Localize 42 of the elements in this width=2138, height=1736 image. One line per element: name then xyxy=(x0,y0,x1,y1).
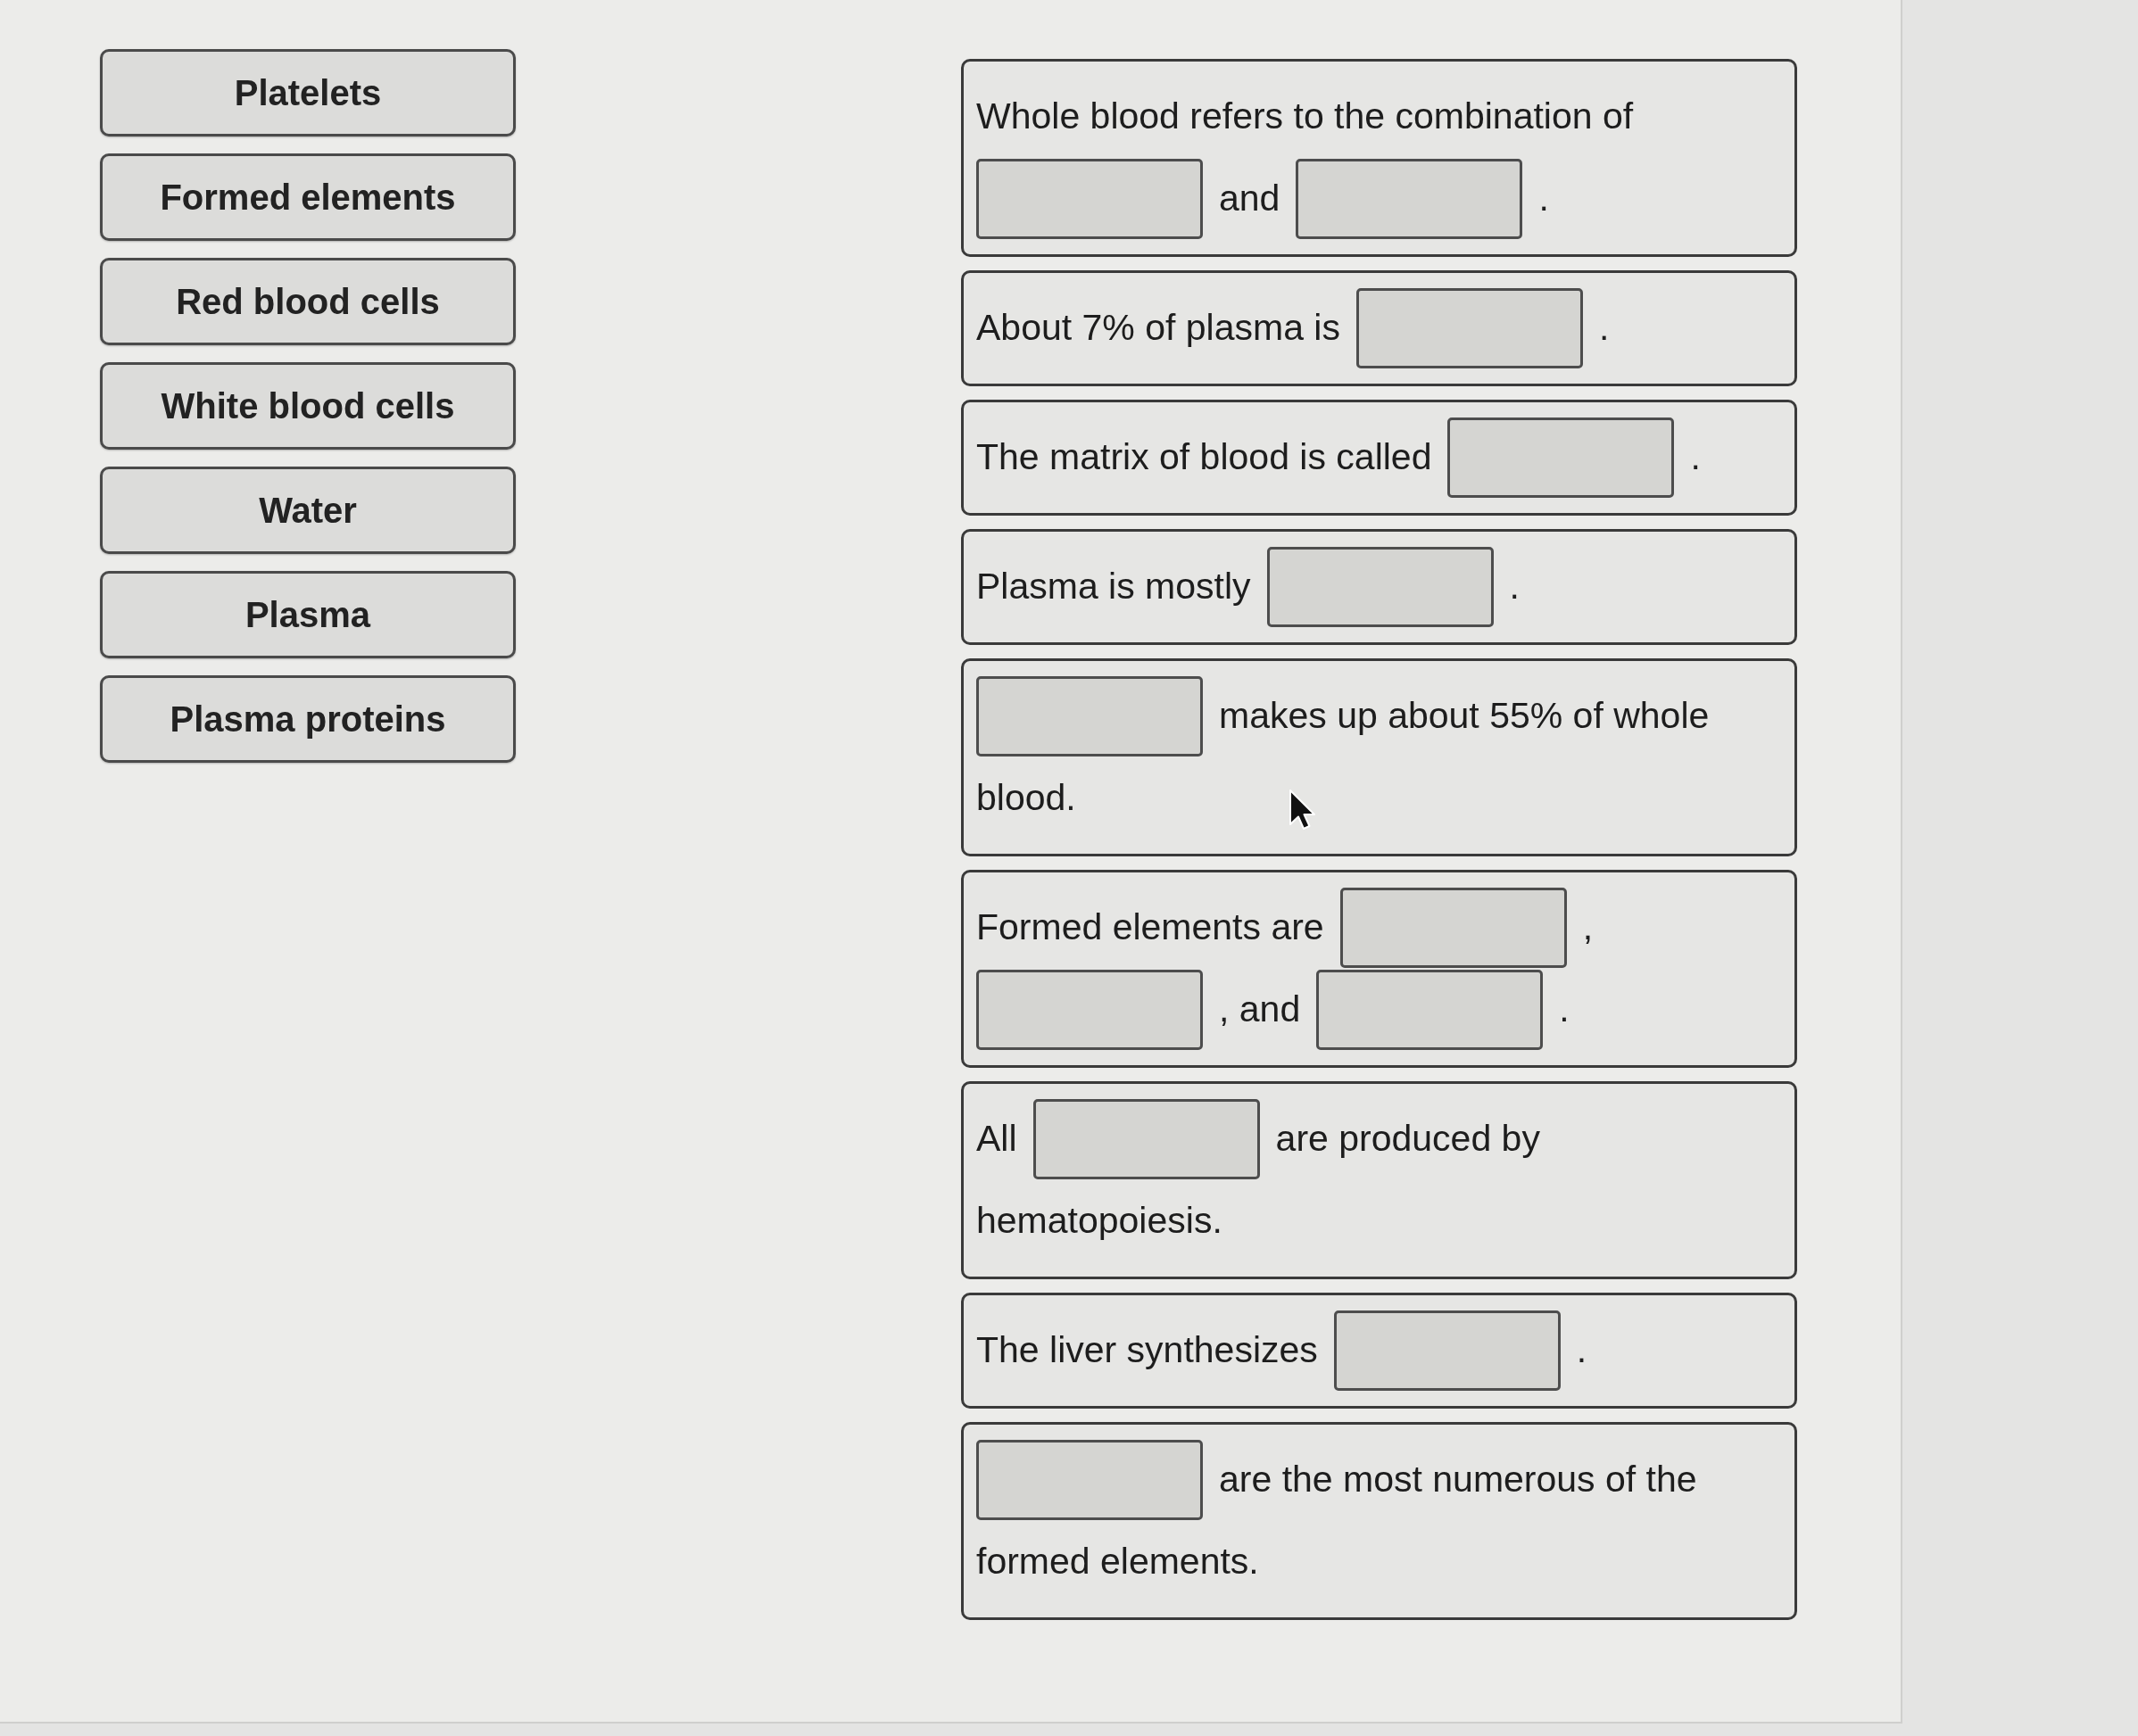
statement-text: Formed elements are xyxy=(976,905,1324,950)
statement-text: Whole blood refers to the combination of xyxy=(976,95,1634,139)
answer-tile[interactable]: Formed elements xyxy=(100,153,516,241)
answer-tile[interactable]: Plasma proteins xyxy=(100,675,516,763)
answer-drop-box[interactable] xyxy=(1296,159,1523,239)
answer-drop-box[interactable] xyxy=(1316,970,1544,1050)
statement-text: , xyxy=(1582,905,1594,950)
answer-drop-box[interactable] xyxy=(1339,888,1567,968)
statement-text: blood. xyxy=(976,776,1076,821)
answer-drop-box[interactable] xyxy=(1333,1310,1561,1391)
statement-text: The liver synthesizes xyxy=(976,1328,1318,1373)
answer-tile[interactable]: White blood cells xyxy=(100,362,516,450)
answer-drop-box[interactable] xyxy=(1032,1099,1260,1179)
statement-text: . xyxy=(1576,1328,1587,1373)
statement-text: are produced by xyxy=(1275,1117,1540,1161)
statement-text: hematopoiesis. xyxy=(976,1199,1222,1244)
answer-drop-box[interactable] xyxy=(976,159,1203,239)
statement-text: . xyxy=(1538,177,1549,221)
answer-drop-box[interactable] xyxy=(1355,288,1583,368)
statement-text: formed elements. xyxy=(976,1540,1259,1584)
statement-text: . xyxy=(1509,565,1520,609)
answer-drop-box[interactable] xyxy=(976,1440,1203,1520)
answer-drop-box[interactable] xyxy=(976,970,1203,1050)
answer-drop-box[interactable] xyxy=(1447,417,1675,498)
statement-text: , and xyxy=(1219,988,1301,1032)
statement-text: All xyxy=(976,1117,1017,1161)
answer-tile[interactable]: Water xyxy=(100,467,516,554)
statement-text: About 7% of plasma is xyxy=(976,306,1340,351)
mouse-pointer-icon xyxy=(1289,789,1316,831)
statement-text: are the most numerous of the xyxy=(1219,1458,1697,1502)
statement-text: . xyxy=(1598,306,1610,351)
statement-text: Plasma is mostly xyxy=(976,565,1251,609)
answer-tile[interactable]: Plasma xyxy=(100,571,516,658)
statement-text: makes up about 55% of whole xyxy=(1219,694,1710,739)
answer-tile[interactable]: Red blood cells xyxy=(100,258,516,345)
answer-tile[interactable]: Platelets xyxy=(100,49,516,136)
statement-text: . xyxy=(1690,435,1701,480)
statement-text: and xyxy=(1219,177,1280,221)
answer-drop-box[interactable] xyxy=(976,676,1203,756)
statement-text: . xyxy=(1559,988,1570,1032)
statement-text: The matrix of blood is called xyxy=(976,435,1432,480)
answer-drop-box[interactable] xyxy=(1266,547,1494,627)
